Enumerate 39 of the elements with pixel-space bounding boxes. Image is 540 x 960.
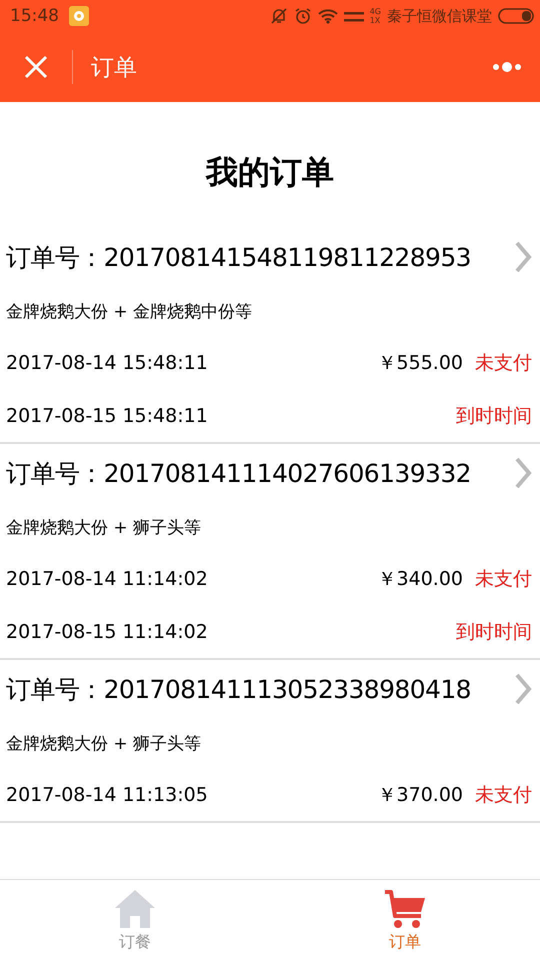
chevron-icon	[514, 456, 532, 490]
battery-icon	[498, 8, 534, 24]
order-card[interactable]: 订单号：201708141114027606139332 金牌烧鹅大份 + 狮子头等 2017-08-14 11:14:02 ￥340.00 未支付 2017-08-15 11:14:02 到时时间	[0, 444, 540, 660]
deadline-date: 2017-08-15 15:48:11	[6, 404, 208, 426]
order-number: 订单号：201708141113052338980418	[6, 674, 471, 706]
notification-icon	[69, 6, 89, 26]
status-time: 15:48	[10, 6, 59, 26]
wifi-icon	[318, 8, 338, 24]
order-card[interactable]: 订单号：201708141548119811228953 金牌烧鹅大份 + 金牌烧鹅中份等 2017-08-14 15:48:11 ￥555.00 未支付 2017-08-15 15:48:11 到时时间	[0, 228, 540, 444]
cart-icon	[383, 888, 427, 930]
page-title: 我的订单	[204, 152, 335, 193]
order-status: 未支付	[475, 566, 532, 592]
close-icon[interactable]	[24, 55, 48, 79]
order-date: 2017-08-14 11:14:02	[6, 568, 208, 590]
deadline-label: 到时时间	[456, 404, 532, 428]
alarm-icon	[294, 7, 312, 25]
order-items: 金牌烧鹅大份 + 金牌烧鹅中份等	[6, 300, 254, 324]
order-price: ￥340.00	[378, 566, 463, 592]
chevron-icon	[514, 240, 532, 274]
network-type: 4G 1X	[370, 7, 381, 25]
order-items: 金牌烧鹅大份 + 狮子头等	[6, 732, 202, 756]
mute-bell-icon	[270, 7, 288, 25]
nav-title: 订单	[91, 54, 137, 82]
order-price: ￥555.00	[378, 350, 463, 376]
order-price: ￥370.00	[378, 782, 463, 808]
order-date: 2017-08-14 15:48:11	[6, 352, 208, 374]
more-icon[interactable]	[492, 61, 522, 73]
order-card[interactable]: 订单号：201708141113052338980418 金牌烧鹅大份 + 狮子头等 2017-08-14 11:13:05 ￥370.00 未支付	[0, 660, 540, 823]
order-date: 2017-08-14 11:13:05	[6, 784, 208, 806]
order-items: 金牌烧鹅大份 + 狮子头等	[6, 516, 202, 540]
deadline-label: 到时时间	[456, 620, 532, 644]
chevron-icon	[514, 672, 532, 706]
order-status: 未支付	[475, 782, 532, 808]
order-status: 未支付	[475, 350, 532, 376]
carrier-name: 秦子恒微信课堂	[387, 6, 492, 26]
deadline-date: 2017-08-15 11:14:02	[6, 620, 208, 642]
order-number: 订单号：201708141548119811228953	[6, 242, 471, 274]
order-number: 订单号：201708141114027606139332	[6, 458, 471, 490]
house-icon	[113, 888, 157, 930]
